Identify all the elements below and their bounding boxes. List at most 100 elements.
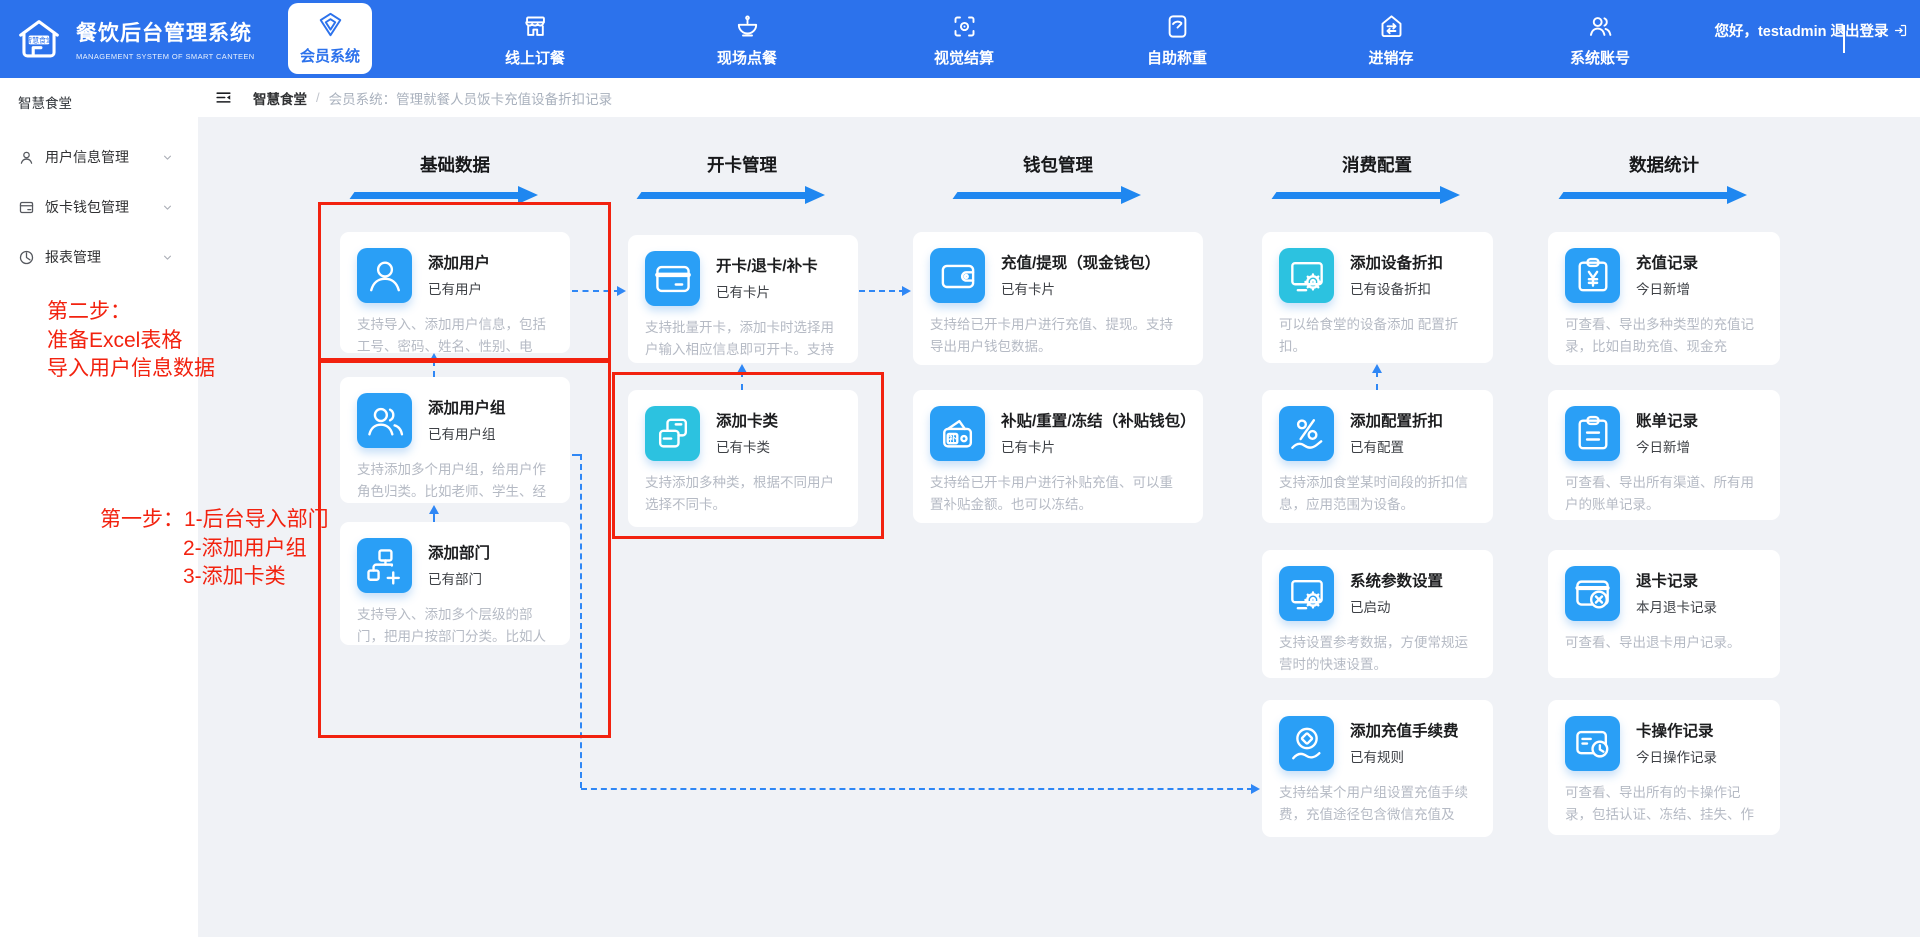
card-description: 支持给某个用户组设置充值手续费，充值途径包含微信充值及现... — [1279, 782, 1476, 828]
card-subtitle: 已有卡片 — [716, 281, 818, 301]
card-title: 充值/提现（现金钱包） — [1001, 251, 1160, 273]
card-system-params[interactable]: 系统参数设置 已启动 支持设置参考数据，方便常规运营时的快速设置。 — [1262, 550, 1493, 678]
nav-label: 线上订餐 — [505, 47, 565, 68]
nav-item-store[interactable]: 线上订餐 — [480, 10, 590, 70]
flow-arrowhead — [1372, 364, 1382, 373]
annotation-step1-line3: 3-添加卡类 — [183, 562, 286, 591]
annotation-step2-line3: 导入用户信息数据 — [47, 354, 215, 383]
logout-link[interactable]: 退出登录 — [1831, 24, 1889, 40]
card-device-discount[interactable]: 添加设备折扣 已有设备折扣 可以给食堂的设备添加 配置折扣。 — [1262, 232, 1493, 363]
dish-icon — [734, 13, 761, 40]
card-subtitle: 今日操作记录 — [1636, 746, 1717, 766]
red-highlight-box-card-type — [612, 372, 884, 539]
member-icon — [317, 11, 344, 38]
red-highlight-box-add-user — [318, 202, 611, 361]
sidebar-menu: 用户信息管理 饭卡钱包管理 报表管理 — [0, 132, 198, 282]
card-config-discount[interactable]: 添加配置折扣 已有配置 支持添加食堂某时间段的折扣信息，应用范围为设备。 — [1262, 390, 1493, 523]
card-recharge-withdraw[interactable]: 充值/提现（现金钱包） 已有卡片 支持给已开卡用户进行充值、提现。支持导出用户钱… — [913, 232, 1203, 365]
app-subtitle: MANAGEMENT SYSTEM OF SMART CANTEEN — [76, 52, 255, 61]
card-bill-records[interactable]: 账单记录 今日新增 可查看、导出所有渠道、所有用户的账单记录。 — [1548, 390, 1780, 520]
nav-item-dish[interactable]: 现场点餐 — [692, 10, 802, 70]
card-card-return-records[interactable]: 退卡记录 本月退卡记录 可查看、导出退卡用户记录。 — [1548, 550, 1780, 678]
sidebar-item-label: 饭卡钱包管理 — [45, 197, 129, 217]
nav-item-scale[interactable]: 自助称重 — [1122, 10, 1232, 70]
annotation-step2-line1: 第二步： — [47, 297, 131, 326]
sidebar-item-label: 用户信息管理 — [45, 147, 129, 167]
collapse-sidebar-icon[interactable] — [214, 88, 233, 107]
card-recharge-records[interactable]: 充值记录 今日新增 可查看、导出多种类型的充值记录，比如自助充值、现金充值、..… — [1548, 232, 1780, 365]
sidebar-item-label: 报表管理 — [45, 247, 101, 267]
card-title: 账单记录 — [1636, 409, 1698, 431]
annotation-step1-line2: 2-添加用户组 — [183, 534, 307, 563]
canteen-house-icon: 智慧食堂 — [12, 12, 66, 66]
flow-arrowhead — [1251, 784, 1260, 794]
card-title: 系统参数设置 — [1350, 569, 1443, 591]
scard-icon — [18, 199, 35, 216]
card-description: 支持批量开卡，添加卡时选择用户输入相应信息即可开卡。支持挂... — [645, 317, 841, 363]
annotation-step2-line2: 准备Excel表格 — [47, 326, 182, 355]
breadcrumb-current: 会员系统：管理就餐人员饭卡充值设备折扣记录 — [329, 88, 613, 108]
nav-item-inventory[interactable]: 进销存 — [1336, 10, 1446, 70]
red-highlight-box-group-department — [318, 360, 611, 738]
chevron-down-icon[interactable] — [161, 151, 174, 164]
chevron-down-icon[interactable] — [161, 201, 174, 214]
monitorgear-icon — [1279, 248, 1334, 303]
nav-label: 进销存 — [1368, 47, 1413, 68]
top-header: 智慧食堂 餐饮后台管理系统 MANAGEMENT SYSTEM OF SMART… — [0, 0, 1920, 78]
card-subtitle: 已有规则 — [1350, 746, 1459, 766]
greeting-text: 您好，testadmin — [1714, 24, 1826, 40]
accounts-icon — [1587, 13, 1614, 40]
scan-icon — [951, 13, 978, 40]
card-title: 补贴/重置/冻结（补贴钱包） — [1001, 409, 1196, 431]
clipyen-icon — [1565, 248, 1620, 303]
card-subsidy[interactable]: 补 补贴/重置/冻结（补贴钱包） 已有卡片 支持给已开卡用户进行补贴充值、可以重… — [913, 390, 1203, 523]
sidebar-item-scard[interactable]: 饭卡钱包管理 — [0, 182, 198, 232]
card-subtitle: 本月退卡记录 — [1636, 596, 1717, 616]
card-recharge-fee[interactable]: 添加充值手续费 已有规则 支持给某个用户组设置充值手续费，充值途径包含微信充值及… — [1262, 700, 1493, 837]
card-title: 充值记录 — [1636, 251, 1698, 273]
walletsub-icon: 补 — [930, 406, 985, 461]
monitorgear-icon — [1279, 566, 1334, 621]
column-title: 消费配置 — [1277, 152, 1477, 177]
sreport-icon — [18, 249, 35, 266]
flow-arrow — [581, 788, 1253, 790]
sidebar-item-sreport[interactable]: 报表管理 — [0, 232, 198, 282]
card-description: 支持给已开卡用户进行补贴充值、可以重置补贴金额。也可以冻结。 — [930, 472, 1186, 517]
nav-item-accounts[interactable]: 系统账号 — [1545, 10, 1655, 70]
sidebar-item-suser[interactable]: 用户信息管理 — [0, 132, 198, 182]
card-subtitle: 已有卡片 — [1001, 436, 1196, 456]
cliplines-icon — [1565, 406, 1620, 461]
nav-item-scan[interactable]: 视觉结算 — [909, 10, 1019, 70]
nav-item-member[interactable]: 会员系统 — [288, 3, 372, 74]
chevron-down-icon[interactable] — [161, 251, 174, 264]
app-logo: 智慧食堂 餐饮后台管理系统 MANAGEMENT SYSTEM OF SMART… — [12, 12, 255, 66]
card-title: 添加设备折扣 — [1350, 251, 1443, 273]
card-description: 可查看、导出所有渠道、所有用户的账单记录。 — [1565, 472, 1763, 517]
card-card-op-records[interactable]: 卡操作记录 今日操作记录 可查看、导出所有的卡操作记录，包括认证、冻结、挂失、作… — [1548, 700, 1780, 835]
percenthand-icon — [1279, 406, 1334, 461]
card-description: 支持添加食堂某时间段的折扣信息，应用范围为设备。 — [1279, 472, 1476, 517]
card-subtitle: 已启动 — [1350, 596, 1443, 616]
user-account-area[interactable]: 您好，testadmin 退出登录 — [1712, 23, 1910, 41]
column-title: 钱包管理 — [958, 152, 1158, 177]
card-title: 退卡记录 — [1636, 569, 1717, 591]
breadcrumb-root[interactable]: 智慧食堂 — [253, 88, 307, 108]
flow-arrowhead — [617, 286, 626, 296]
card-open-card[interactable]: 开卡/退卡/补卡 已有卡片 支持批量开卡，添加卡时选择用户输入相应信息即可开卡。… — [628, 235, 858, 363]
card-title: 开卡/退卡/补卡 — [716, 254, 818, 276]
nav-label: 会员系统 — [300, 45, 360, 66]
store-icon — [522, 13, 549, 40]
card-icon — [645, 251, 700, 306]
card-subtitle: 已有卡片 — [1001, 278, 1160, 298]
sidebar-title: 智慧食堂 — [18, 92, 72, 112]
flow-arrow — [859, 290, 905, 292]
card-description: 支持给已开卡用户进行充值、提现。支持导出用户钱包数据。 — [930, 314, 1186, 359]
divider — [1843, 25, 1845, 53]
card-description: 可查看、导出所有的卡操作记录，包括认证、冻结、挂失、作废等。 — [1565, 782, 1763, 828]
card-description: 可查看、导出多种类型的充值记录，比如自助充值、现金充值、... — [1565, 314, 1763, 360]
card-title: 添加充值手续费 — [1350, 719, 1459, 741]
flow-arrow — [1376, 371, 1378, 390]
column-title: 数据统计 — [1564, 152, 1764, 177]
page: 智慧食堂 餐饮后台管理系统 MANAGEMENT SYSTEM OF SMART… — [0, 0, 1920, 937]
logout-icon[interactable] — [1893, 24, 1908, 40]
